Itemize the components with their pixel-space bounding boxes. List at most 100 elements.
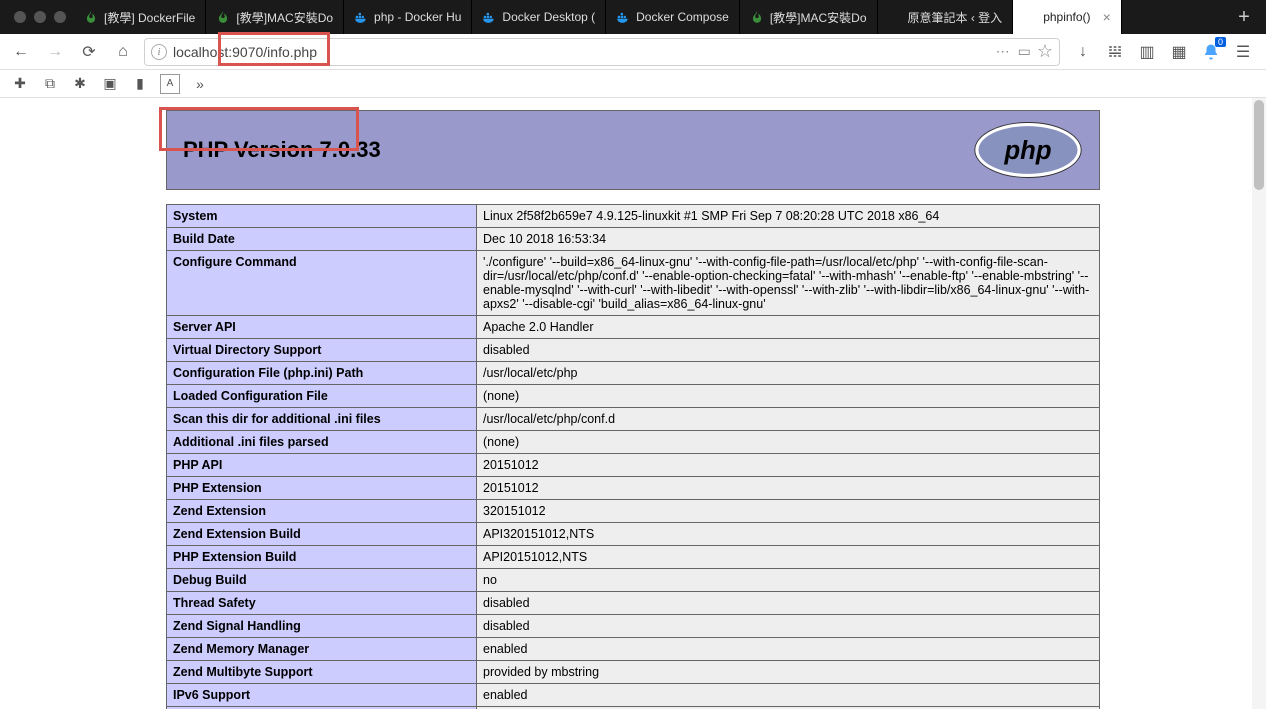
apps-icon[interactable]: ▦: [1168, 41, 1190, 63]
scroll-thumb[interactable]: [1254, 100, 1264, 190]
php-logo-icon: php: [973, 120, 1083, 180]
bookmark-font-icon[interactable]: A: [160, 74, 180, 94]
phpinfo-row: Thread Safetydisabled: [167, 592, 1100, 615]
browser-tab-7[interactable]: phpinfo()×: [1013, 0, 1122, 34]
phpinfo-key: Zend Extension Build: [167, 523, 477, 546]
bookmark-sun-icon[interactable]: ✱: [70, 74, 90, 94]
bookmark-stack-icon[interactable]: ▮: [130, 74, 150, 94]
phpinfo-key: IPv6 Support: [167, 684, 477, 707]
window-zoom-icon[interactable]: [54, 11, 66, 23]
phpinfo-value: 320151012: [477, 500, 1100, 523]
phpinfo-key: PHP Extension Build: [167, 546, 477, 569]
bookmark-star-icon[interactable]: ☆: [1037, 41, 1053, 62]
browser-tab-4[interactable]: Docker Compose: [606, 0, 740, 34]
tab-label: Docker Compose: [636, 10, 729, 24]
tab-strip: [教學] DockerFile [教學]MAC安裝Do php - Docker H…: [74, 0, 1228, 34]
phpinfo-key: Loaded Configuration File: [167, 385, 477, 408]
bookmark-camera-icon[interactable]: ▣: [100, 74, 120, 94]
bookmark-extension-icon[interactable]: ✚: [10, 74, 30, 94]
reload-button[interactable]: ⟳: [76, 39, 102, 65]
url-input[interactable]: [173, 44, 990, 60]
phpinfo-value: API20151012,NTS: [477, 546, 1100, 569]
phpinfo-row: Debug Buildno: [167, 569, 1100, 592]
page-viewport[interactable]: PHP Version 7.0.33 php SystemLinux 2f58f…: [0, 98, 1266, 709]
phpinfo-page: PHP Version 7.0.33 php SystemLinux 2f58f…: [166, 110, 1100, 709]
reader-view-icon[interactable]: ▭: [1018, 43, 1031, 60]
phpinfo-key: Scan this dir for additional .ini files: [167, 408, 477, 431]
forward-button[interactable]: →: [42, 39, 68, 65]
phpinfo-header: PHP Version 7.0.33 php: [166, 110, 1100, 190]
phpinfo-key: Debug Build: [167, 569, 477, 592]
window-controls: [6, 11, 74, 23]
tab-label: [教學]MAC安裝Do: [770, 9, 867, 26]
phpinfo-key: Configuration File (php.ini) Path: [167, 362, 477, 385]
browser-tab-1[interactable]: [教學]MAC安裝Do: [206, 0, 344, 34]
phpinfo-row: Zend Extension BuildAPI320151012,NTS: [167, 523, 1100, 546]
phpinfo-value: Dec 10 2018 16:53:34: [477, 228, 1100, 251]
phpinfo-row: Zend Signal Handlingdisabled: [167, 615, 1100, 638]
titlebar: [教學] DockerFile [教學]MAC安裝Do php - Docker H…: [0, 0, 1266, 34]
browser-tab-2[interactable]: php - Docker Hu: [344, 0, 472, 34]
phpinfo-value: /usr/local/etc/php/conf.d: [477, 408, 1100, 431]
tab-label: php - Docker Hu: [374, 10, 461, 24]
sidebar-toggle-icon[interactable]: ▥: [1136, 41, 1158, 63]
phpinfo-key: Virtual Directory Support: [167, 339, 477, 362]
navbar: ← → ⟳ ⌂ i ⋯ ▭ ☆ ↓ 𝍐 ▥ ▦ ☰: [0, 34, 1266, 70]
phpinfo-row: Zend Extension320151012: [167, 500, 1100, 523]
library-icon[interactable]: 𝍐: [1104, 41, 1126, 63]
phpinfo-key: System: [167, 205, 477, 228]
browser-tab-6[interactable]: 原意筆記本 ‹ 登入: [878, 0, 1014, 34]
phpinfo-value: 20151012: [477, 477, 1100, 500]
phpinfo-row: Additional .ini files parsed(none): [167, 431, 1100, 454]
bell-icon: [1202, 43, 1220, 61]
bookmark-chevron-icon[interactable]: »: [190, 74, 210, 94]
downloads-icon[interactable]: ↓: [1072, 41, 1094, 63]
annotation-title-highlight: [159, 107, 359, 151]
phpinfo-row: Loaded Configuration File(none): [167, 385, 1100, 408]
toolbar-right: ↓ 𝍐 ▥ ▦ ☰: [1068, 41, 1258, 63]
phpinfo-key: Additional .ini files parsed: [167, 431, 477, 454]
phpinfo-row: Scan this dir for additional .ini files/…: [167, 408, 1100, 431]
phpinfo-row: Configure Command'./configure' '--build=…: [167, 251, 1100, 316]
phpinfo-value: Apache 2.0 Handler: [477, 316, 1100, 339]
phpinfo-value: no: [477, 569, 1100, 592]
vertical-scrollbar[interactable]: [1252, 98, 1266, 709]
window-close-icon[interactable]: [14, 11, 26, 23]
phpinfo-key: Zend Signal Handling: [167, 615, 477, 638]
phpinfo-key: Thread Safety: [167, 592, 477, 615]
phpinfo-row: PHP API20151012: [167, 454, 1100, 477]
phpinfo-value: (none): [477, 385, 1100, 408]
site-info-icon[interactable]: i: [151, 44, 167, 60]
phpinfo-value: API320151012,NTS: [477, 523, 1100, 546]
window-minimize-icon[interactable]: [34, 11, 46, 23]
phpinfo-row: Server APIApache 2.0 Handler: [167, 316, 1100, 339]
phpinfo-value: enabled: [477, 684, 1100, 707]
phpinfo-key: PHP Extension: [167, 477, 477, 500]
hamburger-menu-icon[interactable]: ☰: [1232, 41, 1254, 63]
browser-tab-0[interactable]: [教學] DockerFile: [74, 0, 206, 34]
page-actions-more-icon[interactable]: ⋯: [996, 43, 1012, 60]
browser-tab-5[interactable]: [教學]MAC安裝Do: [740, 0, 878, 34]
back-button[interactable]: ←: [8, 39, 34, 65]
phpinfo-value: disabled: [477, 592, 1100, 615]
phpinfo-row: PHP Extension20151012: [167, 477, 1100, 500]
tab-label: [教學] DockerFile: [104, 9, 195, 26]
phpinfo-value: disabled: [477, 339, 1100, 362]
tab-label: [教學]MAC安裝Do: [236, 9, 333, 26]
phpinfo-row: Zend Multibyte Supportprovided by mbstri…: [167, 661, 1100, 684]
tab-label: Docker Desktop (: [502, 10, 595, 24]
phpinfo-row: PHP Extension BuildAPI20151012,NTS: [167, 546, 1100, 569]
phpinfo-value: (none): [477, 431, 1100, 454]
new-tab-button[interactable]: +: [1228, 6, 1260, 29]
close-tab-icon[interactable]: ×: [1103, 9, 1111, 25]
notifications-icon[interactable]: [1200, 41, 1222, 63]
bookmark-copy-icon[interactable]: ⧉: [40, 74, 60, 94]
phpinfo-row: Zend Memory Managerenabled: [167, 638, 1100, 661]
phpinfo-table: SystemLinux 2f58f2b659e7 4.9.125-linuxki…: [166, 204, 1100, 709]
url-bar[interactable]: i ⋯ ▭ ☆: [144, 38, 1060, 66]
browser-tab-3[interactable]: Docker Desktop (: [472, 0, 606, 34]
phpinfo-value: './configure' '--build=x86_64-linux-gnu'…: [477, 251, 1100, 316]
home-button[interactable]: ⌂: [110, 39, 136, 65]
phpinfo-row: SystemLinux 2f58f2b659e7 4.9.125-linuxki…: [167, 205, 1100, 228]
phpinfo-key: Server API: [167, 316, 477, 339]
